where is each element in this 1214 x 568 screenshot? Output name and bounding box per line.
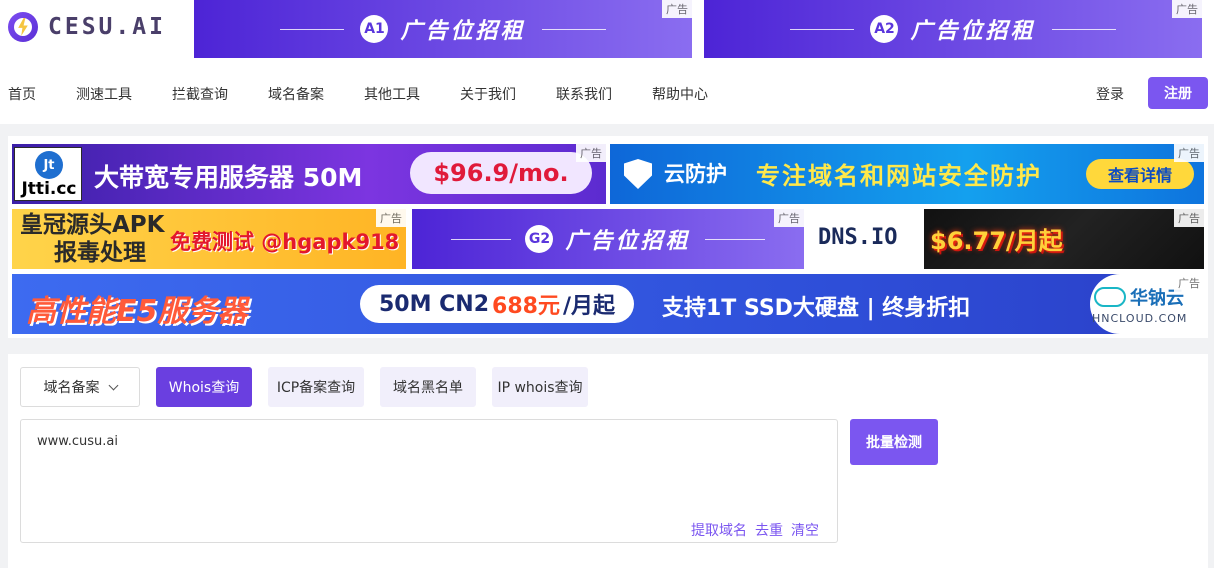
ad-dark-panel: $6.77/月起 bbox=[924, 209, 1204, 269]
divider bbox=[790, 28, 855, 30]
jtti-logo: Jt Jtti.cc bbox=[14, 147, 82, 201]
lightning-logo-icon bbox=[8, 12, 38, 42]
ad-headline: 高性能E5服务器 bbox=[26, 294, 248, 329]
tab-whois[interactable]: Whois查询 bbox=[156, 367, 252, 407]
dedupe-link[interactable]: 去重 bbox=[755, 520, 783, 540]
ad-e5-server[interactable]: 高性能E5服务器 50M CN2 688元 /月起 支持1T SSD大硬盘 | … bbox=[12, 274, 1204, 334]
ad-tag: 广告 bbox=[1174, 209, 1204, 227]
ad-tag: 广告 bbox=[1174, 144, 1204, 162]
ad-dnsio[interactable]: DNS.IO $6.77/月起 广告 bbox=[810, 209, 1204, 269]
ad-text: 广告位招租 bbox=[400, 19, 526, 44]
shield-icon bbox=[624, 159, 652, 189]
ad-tag: 广告 bbox=[1172, 0, 1202, 18]
chevron-down-icon bbox=[108, 380, 118, 390]
ad-tag: 广告 bbox=[376, 209, 406, 227]
divider bbox=[541, 28, 606, 30]
nav-domain-icp[interactable]: 域名备案 bbox=[268, 84, 324, 104]
ad-cloud-protect[interactable]: 云防护 专注域名和网站安全防护 查看详情 广告 bbox=[610, 144, 1204, 204]
ad-price: $96.9/mo. bbox=[410, 152, 592, 194]
nav-other-tools[interactable]: 其他工具 bbox=[364, 84, 420, 104]
divider bbox=[451, 238, 512, 240]
textarea-actions: 提取域名 去重 清空 bbox=[691, 520, 819, 540]
clear-link[interactable]: 清空 bbox=[791, 520, 819, 540]
ad-headline: 大带宽专用服务器 50M bbox=[94, 163, 363, 192]
extract-domains-link[interactable]: 提取域名 bbox=[691, 520, 747, 540]
dnsio-logo: DNS.IO bbox=[818, 225, 898, 250]
site-logo[interactable]: CESU.AI bbox=[8, 10, 166, 44]
ad-promo: 免费测试 @hgapk918 bbox=[170, 230, 400, 254]
main-nav: 首页 测速工具 拦截查询 域名备案 其他工具 关于我们 联系我们 帮助中心 bbox=[0, 78, 1214, 108]
ad-badge: G2 bbox=[525, 225, 554, 253]
nav-help[interactable]: 帮助中心 bbox=[652, 84, 708, 104]
jtti-logo-mark: Jt bbox=[35, 151, 63, 179]
nav-home[interactable]: 首页 bbox=[8, 84, 36, 104]
ad-badge: A1 bbox=[360, 15, 389, 43]
ad-price-unit: /月起 bbox=[562, 294, 616, 319]
divider bbox=[704, 238, 765, 240]
tab-ip-whois[interactable]: IP whois查询 bbox=[492, 367, 588, 407]
category-select-value: 域名备案 bbox=[43, 380, 100, 396]
register-button[interactable]: 注册 bbox=[1148, 77, 1208, 109]
category-select[interactable]: 域名备案 bbox=[20, 367, 140, 407]
ad-text: 广告位招租 bbox=[565, 229, 691, 254]
nav-block-check[interactable]: 拦截查询 bbox=[172, 84, 228, 104]
cloud-icon bbox=[1094, 287, 1126, 307]
ad-line-1: 皇冠源头APK bbox=[20, 212, 165, 238]
ad-banner-g2[interactable]: G2 广告位招租 广告 bbox=[412, 209, 804, 269]
ad-banner-a1[interactable]: A1 广告位招租 广告 bbox=[194, 0, 692, 58]
hncloud-domain: HNCLOUD.COM bbox=[1092, 312, 1188, 325]
tab-domain-blacklist[interactable]: 域名黑名单 bbox=[380, 367, 476, 407]
login-link[interactable]: 登录 bbox=[1096, 84, 1124, 104]
ad-tag: 广告 bbox=[1174, 274, 1204, 292]
ad-tag: 广告 bbox=[576, 144, 606, 162]
ad-text: 广告位招租 bbox=[910, 19, 1036, 44]
ad-pill: 50M CN2 688元 /月起 bbox=[360, 285, 634, 323]
ad-slogan: 支持1T SSD大硬盘 | 终身折扣 bbox=[662, 296, 971, 321]
view-details-button[interactable]: 查看详情 bbox=[1086, 159, 1194, 189]
ad-slogan: 专注域名和网站安全防护 bbox=[756, 162, 1042, 190]
ad-jtti[interactable]: Jt Jtti.cc 大带宽专用服务器 50M $96.9/mo. 广告 bbox=[12, 144, 606, 204]
ad-tag: 广告 bbox=[662, 0, 692, 18]
nav-speed-tools[interactable]: 测速工具 bbox=[76, 84, 132, 104]
ad-tag: 广告 bbox=[774, 209, 804, 227]
nav-contact[interactable]: 联系我们 bbox=[556, 84, 612, 104]
logo-text: CESU.AI bbox=[48, 14, 166, 40]
tab-icp[interactable]: ICP备案查询 bbox=[268, 367, 364, 407]
nav-about[interactable]: 关于我们 bbox=[460, 84, 516, 104]
ad-banner-a2[interactable]: A2 广告位招租 广告 bbox=[704, 0, 1202, 58]
batch-check-button[interactable]: 批量检测 bbox=[850, 419, 938, 465]
ad-headline: 皇冠源头APK 报毒处理 bbox=[20, 211, 164, 267]
ad-title: 云防护 bbox=[664, 162, 727, 186]
ad-apk[interactable]: 皇冠源头APK 报毒处理 免费测试 @hgapk918 广告 bbox=[12, 209, 406, 269]
jtti-logo-text: Jtti.cc bbox=[21, 179, 77, 199]
divider bbox=[280, 28, 345, 30]
ad-price: 688元 bbox=[492, 294, 560, 319]
ad-bandwidth: 50M CN2 bbox=[378, 291, 490, 317]
ad-badge: A2 bbox=[870, 15, 899, 43]
ad-price: $6.77/月起 bbox=[930, 227, 1063, 255]
ad-line-2: 报毒处理 bbox=[54, 240, 146, 266]
divider bbox=[1051, 28, 1116, 30]
